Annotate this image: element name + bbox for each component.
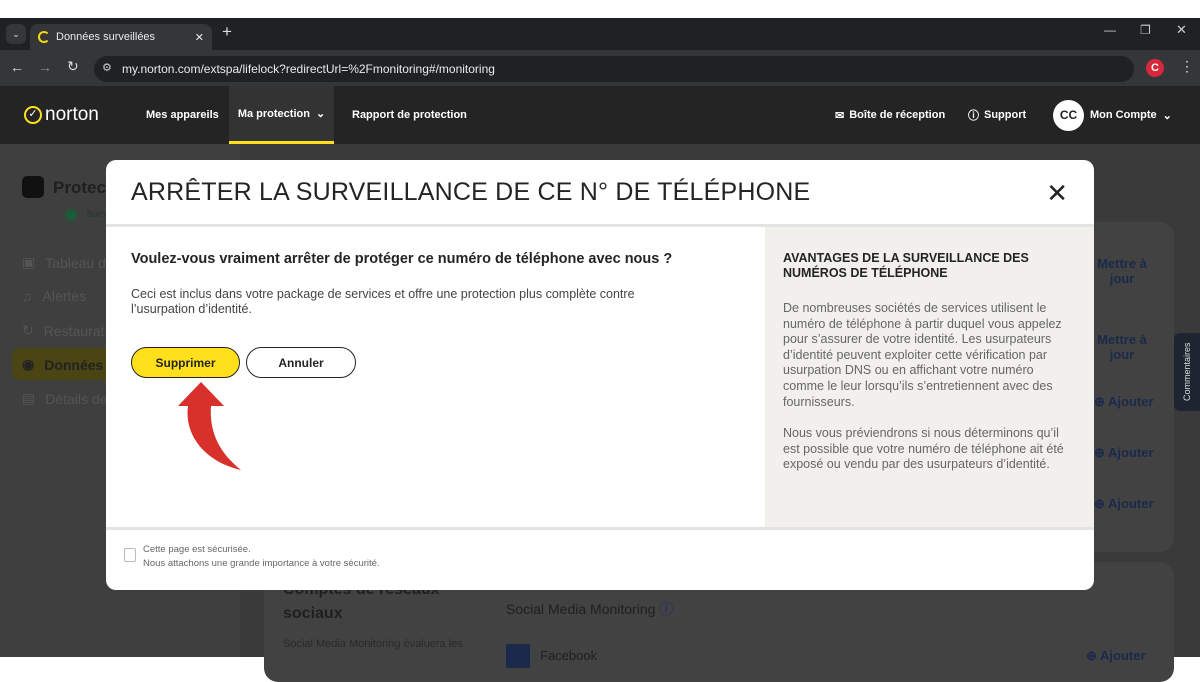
tab-close-icon[interactable]: ✕ (195, 31, 204, 44)
benefits-title: AVANTAGES DE LA SURVEILLANCE DES NUMÉROS… (783, 251, 1029, 280)
dashboard-icon: ▣ (22, 254, 36, 270)
site-settings-icon[interactable]: ⚙ (102, 61, 112, 74)
top-nav: ✓ norton Mes appareils Ma protection ⌄ Ra… (0, 86, 1200, 144)
minimize-button[interactable]: — (1104, 23, 1116, 37)
tab-title: Données surveillées (56, 31, 156, 43)
account-menu[interactable]: CC Mon Compte ⌄ (1053, 86, 1172, 144)
chevron-down-icon: ⌄ (315, 108, 326, 120)
dialog-title: ARRÊTER LA SURVEILLANCE DE CE N° DE TÉLÉ… (131, 178, 811, 206)
benefits-text: De nombreuses sociétés de services utili… (783, 301, 1062, 409)
bell-icon: ♫ (22, 288, 33, 304)
window-close-button[interactable]: ✕ (1176, 22, 1187, 38)
sidebar-title: Protect (53, 178, 112, 197)
sidebar-item-details[interactable]: ▤ Détails de (22, 390, 108, 407)
dialog-question: Voulez-vous vraiment arrêter de protéger… (131, 251, 673, 267)
benefits-text: Nous vous préviendrons si nous détermino… (783, 426, 1064, 472)
chevron-down-icon: ⌄ (1162, 109, 1172, 122)
url-input[interactable]: ⚙ my.norton.com/extspa/lifelock?redirect… (94, 56, 1134, 82)
nav-rapport[interactable]: Rapport de protection (352, 86, 467, 144)
divider (106, 527, 1094, 530)
loading-icon (38, 31, 50, 43)
security-note: Cette page est sécurisée. Nous attachons… (143, 544, 380, 569)
status-text: Surv (86, 209, 109, 220)
benefits-panel: AVANTAGES DE LA SURVEILLANCE DES NUMÉROS… (765, 227, 1094, 527)
restore-icon: ↻ (22, 322, 34, 338)
red-arrow-annotation (178, 382, 241, 470)
sidebar-item-alertes[interactable]: ♫ Alertes (22, 288, 86, 304)
tab-list-button[interactable]: ⌄ (6, 24, 26, 44)
section-desc: Social Media Monitoring évaluera les (283, 638, 463, 650)
update-link[interactable]: Mettre à jour (1094, 332, 1150, 362)
mail-icon: ✉ (835, 109, 845, 122)
sidebar-item-donnees[interactable]: ◉ Données (22, 356, 103, 373)
norton-logo[interactable]: ✓ norton (24, 86, 99, 144)
restore-button[interactable]: ❐ (1140, 23, 1151, 37)
sidebar-item-restauration[interactable]: ↻ Restaurat (22, 322, 104, 339)
url-text: my.norton.com/extspa/lifelock?redirectUr… (122, 62, 495, 76)
lock-user-icon (22, 176, 44, 198)
checkmark-logo-icon: ✓ (24, 106, 42, 124)
eye-icon: ◉ (22, 356, 35, 372)
info-icon: ⓘ (659, 601, 674, 617)
nav-ma-protection[interactable]: Ma protection ⌄ (229, 86, 334, 144)
avatar: CC (1053, 99, 1084, 131)
stop-monitoring-dialog: ARRÊTER LA SURVEILLANCE DE CE N° DE TÉLÉ… (106, 160, 1094, 590)
id-icon: ▤ (22, 390, 36, 406)
add-link[interactable]: ⊕ Ajouter (1094, 496, 1154, 512)
inbox-link[interactable]: ✉ Boîte de réception (835, 86, 945, 144)
forward-icon[interactable]: → (38, 59, 52, 75)
add-link[interactable]: ⊕ Ajouter (1094, 394, 1154, 410)
extension-icon[interactable]: C (1146, 59, 1164, 77)
lock-icon (124, 548, 136, 562)
sidebar-item-tableau[interactable]: ▣ Tableau d (22, 254, 106, 271)
feedback-tab[interactable]: Commentaires (1174, 333, 1200, 411)
update-link[interactable]: Mettre à jour (1094, 256, 1150, 286)
back-icon[interactable]: ← (10, 59, 24, 75)
new-tab-button[interactable]: + (222, 22, 232, 42)
close-icon[interactable]: ✕ (1046, 178, 1068, 209)
add-link[interactable]: ⊕ Ajouter (1094, 445, 1154, 461)
smm-title: Social Media Monitoring ⓘ (506, 601, 674, 617)
help-icon: ⓘ (968, 110, 979, 122)
add-link[interactable]: ⊕ Ajouter (1086, 648, 1146, 664)
check-circle-icon (65, 209, 77, 221)
browser-tab[interactable]: Données surveillées ✕ (30, 24, 212, 50)
reload-icon[interactable]: ↻ (67, 58, 79, 75)
annuler-button[interactable]: Annuler (246, 347, 356, 378)
dialog-description: Ceci est inclus dans votre package de se… (131, 287, 635, 316)
menu-icon[interactable]: ⋮ (1180, 58, 1194, 75)
nav-mes-appareils[interactable]: Mes appareils (146, 86, 219, 144)
support-link[interactable]: ⓘ Support (968, 86, 1026, 144)
facebook-icon (506, 644, 530, 668)
